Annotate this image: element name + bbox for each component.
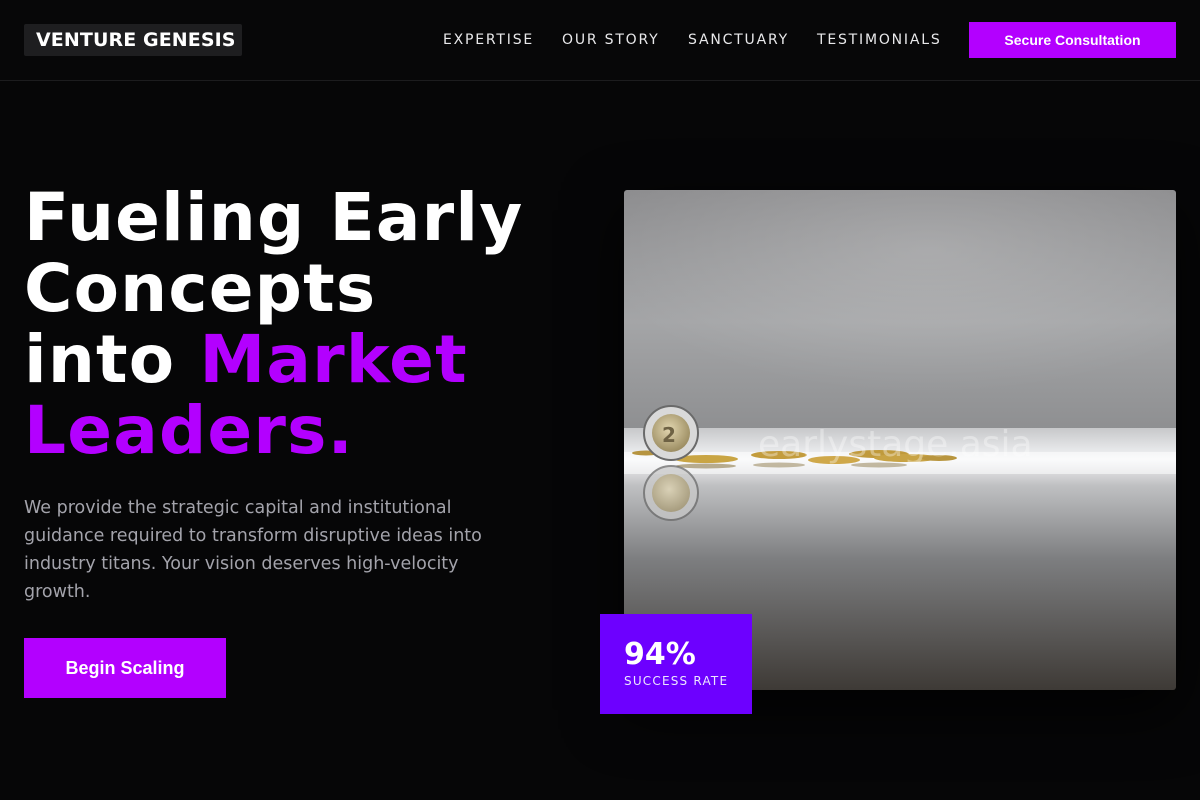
success-rate-badge: 94% SUCCESS RATE	[600, 614, 752, 714]
secure-consultation-button[interactable]: Secure Consultation	[969, 22, 1176, 58]
hero-title-line3: into	[24, 321, 200, 398]
hero-description: We provide the strategic capital and ins…	[24, 498, 482, 602]
nav-link-our-story[interactable]: OUR STORY	[562, 31, 660, 49]
hero-title-line1: Fueling Early	[24, 179, 524, 256]
begin-scaling-button[interactable]: Begin Scaling	[24, 638, 226, 698]
hero-title: Fueling Early Concepts into Market Leade…	[24, 182, 604, 466]
site-header: VENTURE GENESIS EXPERTISE OUR STORY SANC…	[0, 0, 1200, 81]
hero-title-accent-leaders: Leaders.	[24, 392, 354, 469]
image-watermark: earlystage.asia	[758, 424, 1033, 465]
hero-title-line2: Concepts	[24, 250, 377, 327]
hero-title-accent-market: Market	[199, 321, 468, 398]
nav-link-expertise[interactable]: EXPERTISE	[443, 31, 534, 49]
nav-link-testimonials[interactable]: TESTIMONIALS	[817, 31, 942, 49]
success-rate-label: SUCCESS RATE	[624, 674, 729, 688]
svg-text:2: 2	[662, 423, 676, 447]
nav-link-sanctuary[interactable]: SANCTUARY	[688, 31, 789, 49]
success-rate-value: 94%	[624, 637, 696, 672]
